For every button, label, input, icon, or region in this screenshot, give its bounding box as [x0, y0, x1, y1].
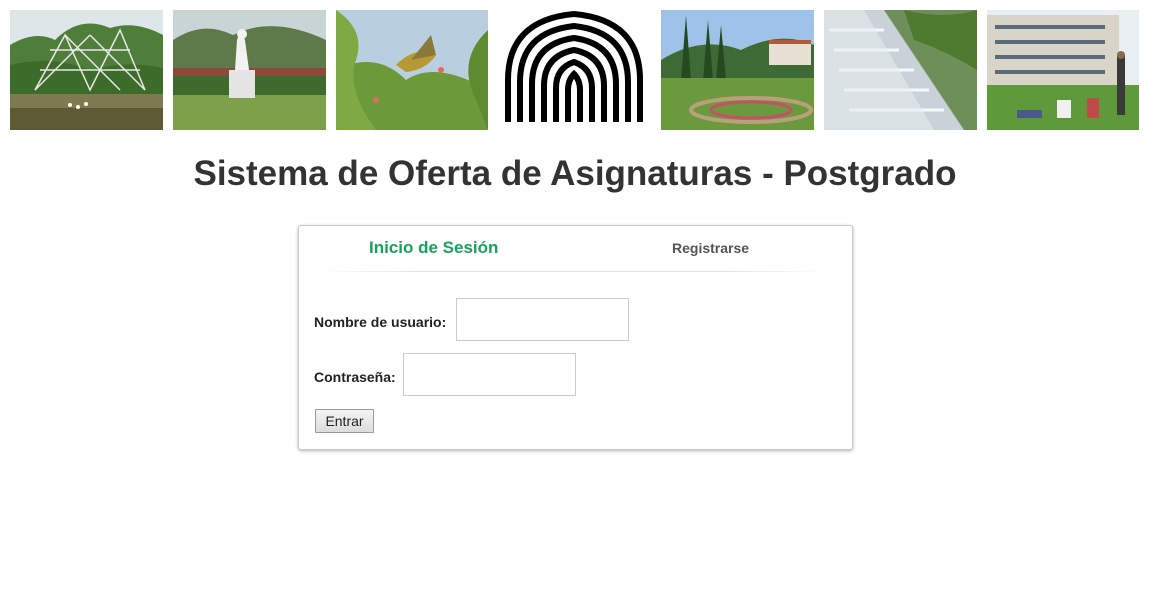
username-input[interactable] — [456, 298, 629, 341]
fountain-photo — [824, 10, 977, 130]
password-input[interactable] — [403, 353, 576, 396]
password-label: Contraseña: — [314, 369, 396, 385]
bird-photo — [336, 10, 488, 130]
header-banner — [0, 10, 1155, 130]
page-title: Sistema de Oferta de Asignaturas - Postg… — [193, 154, 957, 193]
tab-divider — [319, 271, 829, 272]
tab-register[interactable]: Registrarse — [672, 240, 749, 256]
university-logo-icon — [498, 10, 650, 130]
login-panel: Inicio de Sesión Registrarse Nombre de u… — [298, 225, 853, 450]
username-label: Nombre de usuario: — [314, 314, 447, 330]
tab-login[interactable]: Inicio de Sesión — [369, 238, 498, 258]
gardens-photo — [661, 10, 814, 130]
statue-photo — [173, 10, 326, 130]
students-photo — [987, 10, 1139, 130]
login-button[interactable]: Entrar — [315, 409, 374, 433]
sculpture-garden-photo — [10, 10, 163, 130]
